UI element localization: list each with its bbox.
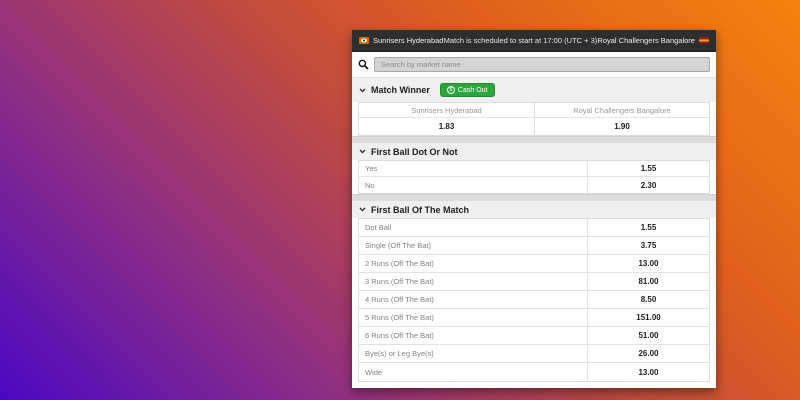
away-team-flag-icon [698,36,709,44]
odds-cell[interactable]: 51.00 [587,327,709,344]
market-header-first-ball-of-the-match[interactable]: First Ball Of The Match [352,201,716,218]
market-header-match-winner[interactable]: Match Winner $ Cash Out [352,78,716,102]
selection-label: 4 Runs (Off The Bat) [365,295,434,304]
selection-label: 5 Runs (Off The Bat) [365,313,434,322]
market-row: 6 Runs (Off The Bat) 51.00 [359,327,709,345]
odds-cell[interactable]: 1.55 [587,219,709,236]
market-first-ball-dot-or-not: First Ball Dot Or Not Yes 1.55 No 2.30 [352,143,716,194]
market-row: Bye(s) or Leg Bye(s) 26.00 [359,345,709,363]
odds-cell[interactable]: 2.30 [587,177,709,193]
selection-label: Wide [365,367,383,377]
search-icon [358,59,369,70]
section-divider [352,136,716,143]
odds-cell[interactable]: 3.75 [587,237,709,254]
odds-cell[interactable]: 26.00 [587,345,709,362]
market-row: Wide 13.00 [359,363,709,381]
selection-label: Single (Off The Bat) [365,241,432,250]
market-row: 3 Runs (Off The Bat) 81.00 [359,273,709,291]
match-winner-table: Sunrisers Hyderabad Royal Challengers Ba… [358,102,710,136]
market-rows: Yes 1.55 No 2.30 [358,160,710,194]
match-header-bar: Sunrisers Hyderabad Match is scheduled t… [352,30,716,52]
market-row: 4 Runs (Off The Bat) 8.50 [359,291,709,309]
odds-cell[interactable]: 13.00 [587,363,709,381]
odds-cell-home[interactable]: 1.83 [359,118,534,135]
market-rows: Dot Ball 1.55 Single (Off The Bat) 3.75 … [358,218,710,382]
market-header-first-ball-dot-or-not[interactable]: First Ball Dot Or Not [352,143,716,160]
market-match-winner: Match Winner $ Cash Out Sunrisers Hydera… [352,78,716,136]
chevron-down-icon [359,88,366,93]
selection-label: 2 Runs (Off The Bat) [365,259,434,268]
odds-cell[interactable]: 151.00 [587,309,709,326]
home-team-name: Sunrisers Hyderabad [373,35,444,45]
odds-cell[interactable]: 81.00 [587,273,709,290]
selection-label: Bye(s) or Leg Bye(s) [365,349,434,358]
odds-cell[interactable]: 1.55 [587,161,709,176]
selection-header-away: Royal Challengers Bangalore [534,103,709,118]
market-title: First Ball Dot Or Not [371,146,458,157]
odds-cell[interactable]: 8.50 [587,291,709,308]
cashout-button[interactable]: $ Cash Out [439,83,495,97]
away-team-name: Royal Challengers Bangalore [597,35,695,45]
panel-bottom-padding [352,382,716,388]
odds-cell[interactable]: 13.00 [587,255,709,272]
chevron-down-icon [359,207,366,212]
home-team-flag-icon [359,36,369,44]
search-input[interactable] [374,57,710,72]
market-row: Single (Off The Bat) 3.75 [359,237,709,255]
market-title: First Ball Of The Match [371,204,470,215]
selection-label: No [365,180,375,190]
match-status: Match is scheduled to start at 17:00 (UT… [443,35,598,45]
search-bar [352,52,716,78]
away-team: Royal Challengers Bangalore [597,36,709,45]
selection-label: 6 Runs (Off The Bat) [365,331,434,340]
home-team: Sunrisers Hyderabad [359,36,443,45]
market-row: Dot Ball 1.55 [359,219,709,237]
section-divider [352,194,716,201]
market-first-ball-of-the-match: First Ball Of The Match Dot Ball 1.55 Si… [352,201,716,382]
selection-label: Yes [365,164,378,173]
odds-cell-away[interactable]: 1.90 [534,118,709,135]
cashout-label: Cash Out [457,86,488,94]
selection-header-home: Sunrisers Hyderabad [359,103,534,118]
market-row: 5 Runs (Off The Bat) 151.00 [359,309,709,327]
market-row: Yes 1.55 [359,161,709,177]
market-title: Match Winner [371,85,430,95]
market-row: No 2.30 [359,177,709,193]
market-row: 2 Runs (Off The Bat) 13.00 [359,255,709,273]
betting-panel: Sunrisers Hyderabad Match is scheduled t… [352,30,716,388]
selection-label: Dot Ball [365,223,392,232]
chevron-down-icon [359,149,366,154]
selection-label: 3 Runs (Off The Bat) [365,277,434,286]
cashout-coin-icon: $ [446,86,455,94]
